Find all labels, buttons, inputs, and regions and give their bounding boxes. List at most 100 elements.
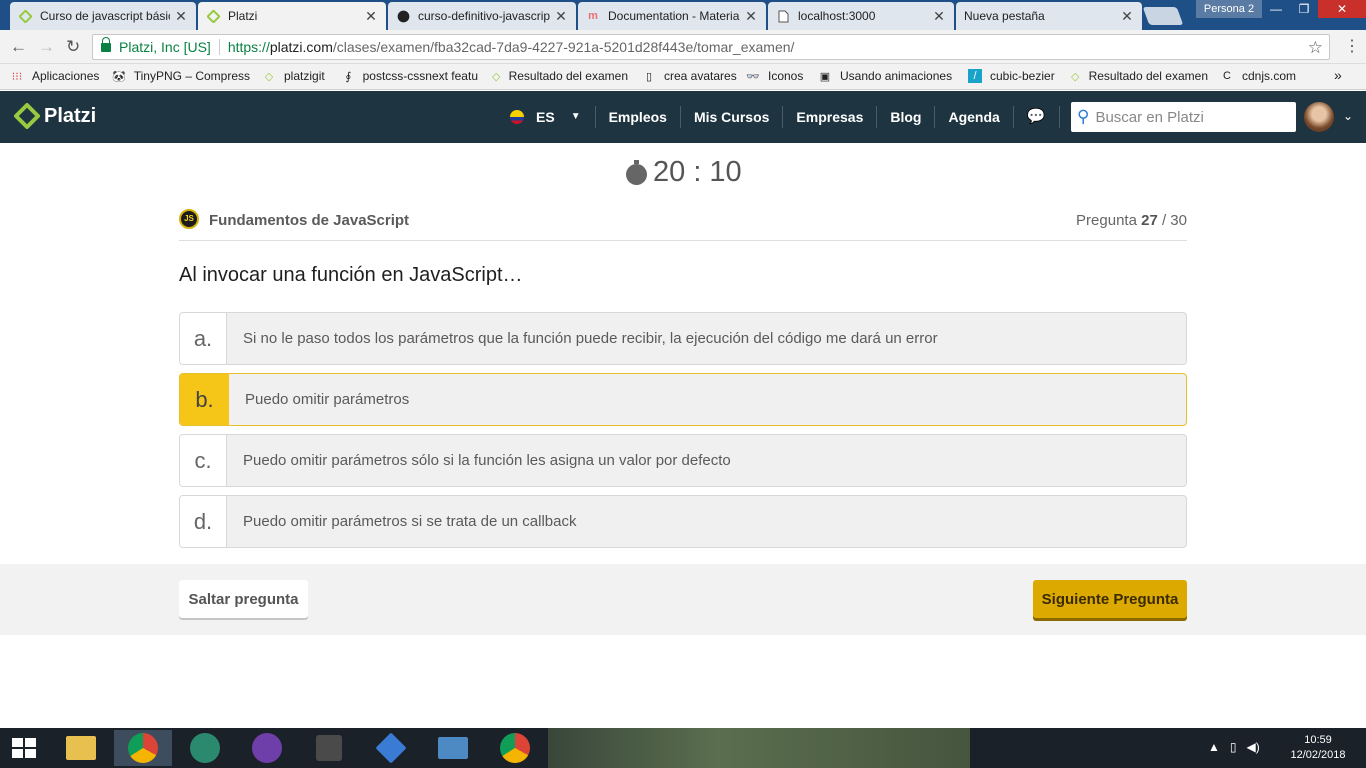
volume-icon[interactable]: ◀) [1247, 740, 1260, 754]
profile-button[interactable]: Persona 2 [1196, 0, 1262, 18]
tab-github[interactable]: curso-definitivo-javascript ✕ [388, 2, 576, 30]
kebab-menu-icon[interactable]: ⋮ [1344, 36, 1360, 56]
nav-empleos[interactable]: Empleos [596, 106, 681, 128]
animation-icon: ▣ [819, 70, 831, 83]
github-desktop-icon[interactable] [238, 730, 296, 766]
bookmark-label: platzigit [284, 69, 325, 83]
answer-letter: c. [180, 435, 227, 486]
chevron-up-icon[interactable]: ▲ [1208, 740, 1220, 754]
panda-icon: 🐼 [112, 70, 126, 83]
new-tab-button[interactable] [1142, 7, 1184, 25]
bookmark-item[interactable]: Ccdnjs.com [1220, 69, 1296, 83]
platzi-icon: ◇ [1071, 70, 1080, 83]
question-current: 27 [1141, 212, 1158, 229]
language-selector[interactable]: ES ▼ [504, 106, 596, 128]
browser-tab-strip: Curso de javascript básico ✕ Platzi ✕ cu… [0, 0, 1366, 30]
platzi-logo[interactable]: Platzi [14, 103, 96, 129]
sourcetree-icon[interactable] [362, 730, 420, 766]
nav-agenda[interactable]: Agenda [935, 106, 1014, 128]
reload-icon[interactable]: ↻ [66, 37, 80, 57]
logo-text: Platzi [44, 104, 97, 127]
bookmark-item[interactable]: ◇ platzigit [262, 69, 325, 83]
answer-option-b[interactable]: b. Puedo omitir parámetros [179, 373, 1187, 426]
url-path: /clases/examen/fba32cad-7da9-4227-921a-5… [332, 39, 795, 55]
platzi-icon [18, 9, 32, 23]
bookmarks-overflow-button[interactable]: » [1334, 67, 1342, 83]
address-bar: ← → ↻ Platzi, Inc [US] https://platzi.co… [0, 30, 1366, 64]
tab-platzi[interactable]: Platzi ✕ [198, 2, 386, 30]
network-icon[interactable]: ▯ [1230, 740, 1237, 754]
bookmark-label: crea avatares [664, 69, 737, 83]
github-icon [396, 9, 410, 23]
bookmark-label: Resultado del examen [1088, 69, 1208, 83]
answer-option-c[interactable]: c. Puedo omitir parámetros sólo si la fu… [179, 434, 1187, 487]
chevron-down-icon[interactable]: ⌄ [1343, 109, 1353, 123]
platzi-icon: ◇ [492, 70, 501, 83]
glasses-icon: 👓 [746, 70, 760, 83]
answer-option-a[interactable]: a. Si no le paso todos los parámetros qu… [179, 312, 1187, 365]
bookmark-label: Aplicaciones [32, 69, 100, 83]
bookmark-item[interactable]: / cubic-bezier [968, 69, 1055, 83]
divider [218, 39, 220, 55]
chrome-icon[interactable] [114, 730, 172, 766]
forward-arrow-icon[interactable]: → [38, 37, 55, 57]
nav-empresas[interactable]: Empresas [783, 106, 878, 128]
sublime-text-icon[interactable] [300, 730, 358, 766]
security-label[interactable]: Platzi, Inc [US] [119, 39, 211, 55]
bookmark-item[interactable]: 👓 Iconos [746, 69, 803, 83]
tab-materialize[interactable]: m Documentation - Materialize ✕ [578, 2, 766, 30]
bookmark-item[interactable]: ▯ crea avatares [642, 69, 737, 83]
nav-blog[interactable]: Blog [877, 106, 936, 128]
close-icon[interactable]: ✕ [1120, 8, 1134, 25]
file-explorer-icon[interactable] [52, 730, 110, 766]
bookmark-item[interactable]: 🐼 TinyPNG – Compress [112, 69, 250, 83]
close-icon[interactable]: ✕ [554, 8, 568, 25]
photo-viewer-icon[interactable] [424, 730, 482, 766]
answer-text: Si no le paso todos los parámetros que l… [243, 330, 938, 347]
system-clock[interactable]: 10:59 12/02/2018 [1286, 733, 1350, 763]
chrome-icon[interactable] [486, 730, 544, 766]
answer-letter: a. [180, 313, 227, 364]
skip-question-button[interactable]: Saltar pregunta [179, 580, 308, 618]
answer-letter: d. [180, 496, 227, 547]
system-tray: ▲ ▯ ◀) [1208, 740, 1260, 754]
page-icon: ▯ [645, 70, 653, 83]
bookmark-label: Resultado del examen [508, 69, 628, 83]
exam-footer: Saltar pregunta Siguiente Pregunta [0, 564, 1366, 635]
tab-nueva-pestana[interactable]: Nueva pestaña ✕ [956, 2, 1142, 30]
close-icon[interactable]: ✕ [174, 8, 188, 25]
question-total: / 30 [1161, 212, 1187, 229]
close-icon[interactable]: ✕ [364, 8, 378, 25]
bookmark-item[interactable]: ◇ Resultado del examen [492, 69, 628, 83]
nav-mis-cursos[interactable]: Mis Cursos [681, 106, 784, 128]
answer-option-d[interactable]: d. Puedo omitir parámetros si se trata d… [179, 495, 1187, 548]
minimize-icon[interactable]: — [1262, 0, 1290, 18]
platzi-icon: ◇ [264, 70, 274, 83]
bookmark-item[interactable]: ▣ Usando animaciones [818, 69, 958, 83]
search-input[interactable]: ⚲ Buscar en Platzi [1071, 102, 1296, 132]
url-host: platzi.com [269, 39, 333, 55]
chat-icon[interactable]: 💬 [1014, 106, 1060, 128]
postcss-icon: ∮ [345, 70, 352, 83]
atom-icon[interactable] [176, 730, 234, 766]
windows-start-icon[interactable] [12, 738, 37, 759]
next-question-button[interactable]: Siguiente Pregunta [1033, 580, 1187, 618]
close-icon[interactable]: ✕ [932, 8, 946, 25]
close-icon[interactable]: ✕ [744, 8, 758, 25]
clock-date: 12/02/2018 [1290, 749, 1346, 761]
search-placeholder: Buscar en Platzi [1095, 108, 1204, 126]
tab-curso-javascript[interactable]: Curso de javascript básico ✕ [10, 2, 196, 30]
nav-links: ES ▼ Empleos Mis Cursos Empresas Blog Ag… [504, 91, 1093, 143]
bookmarks-bar: ⁝⁝⁝ Aplicaciones 🐼 TinyPNG – Compress ◇ pla… [0, 64, 1366, 90]
url-input[interactable]: Platzi, Inc [US] https://platzi.com/clas… [92, 34, 1330, 60]
bookmark-item[interactable]: ∮ postcss-cssnext featu [342, 69, 478, 83]
maximize-icon[interactable]: ❐ [1290, 0, 1318, 18]
bookmark-item[interactable]: ◇ Resultado del examen [1070, 69, 1208, 83]
tab-localhost[interactable]: localhost:3000 ✕ [768, 2, 954, 30]
bookmark-item[interactable]: ⁝⁝⁝ Aplicaciones [10, 69, 100, 83]
avatar[interactable] [1304, 102, 1334, 132]
back-arrow-icon[interactable]: ← [10, 37, 27, 57]
bookmark-star-icon[interactable]: ☆ [1308, 38, 1323, 58]
platzi-icon [206, 9, 220, 23]
window-close-icon[interactable]: ✕ [1318, 0, 1366, 18]
